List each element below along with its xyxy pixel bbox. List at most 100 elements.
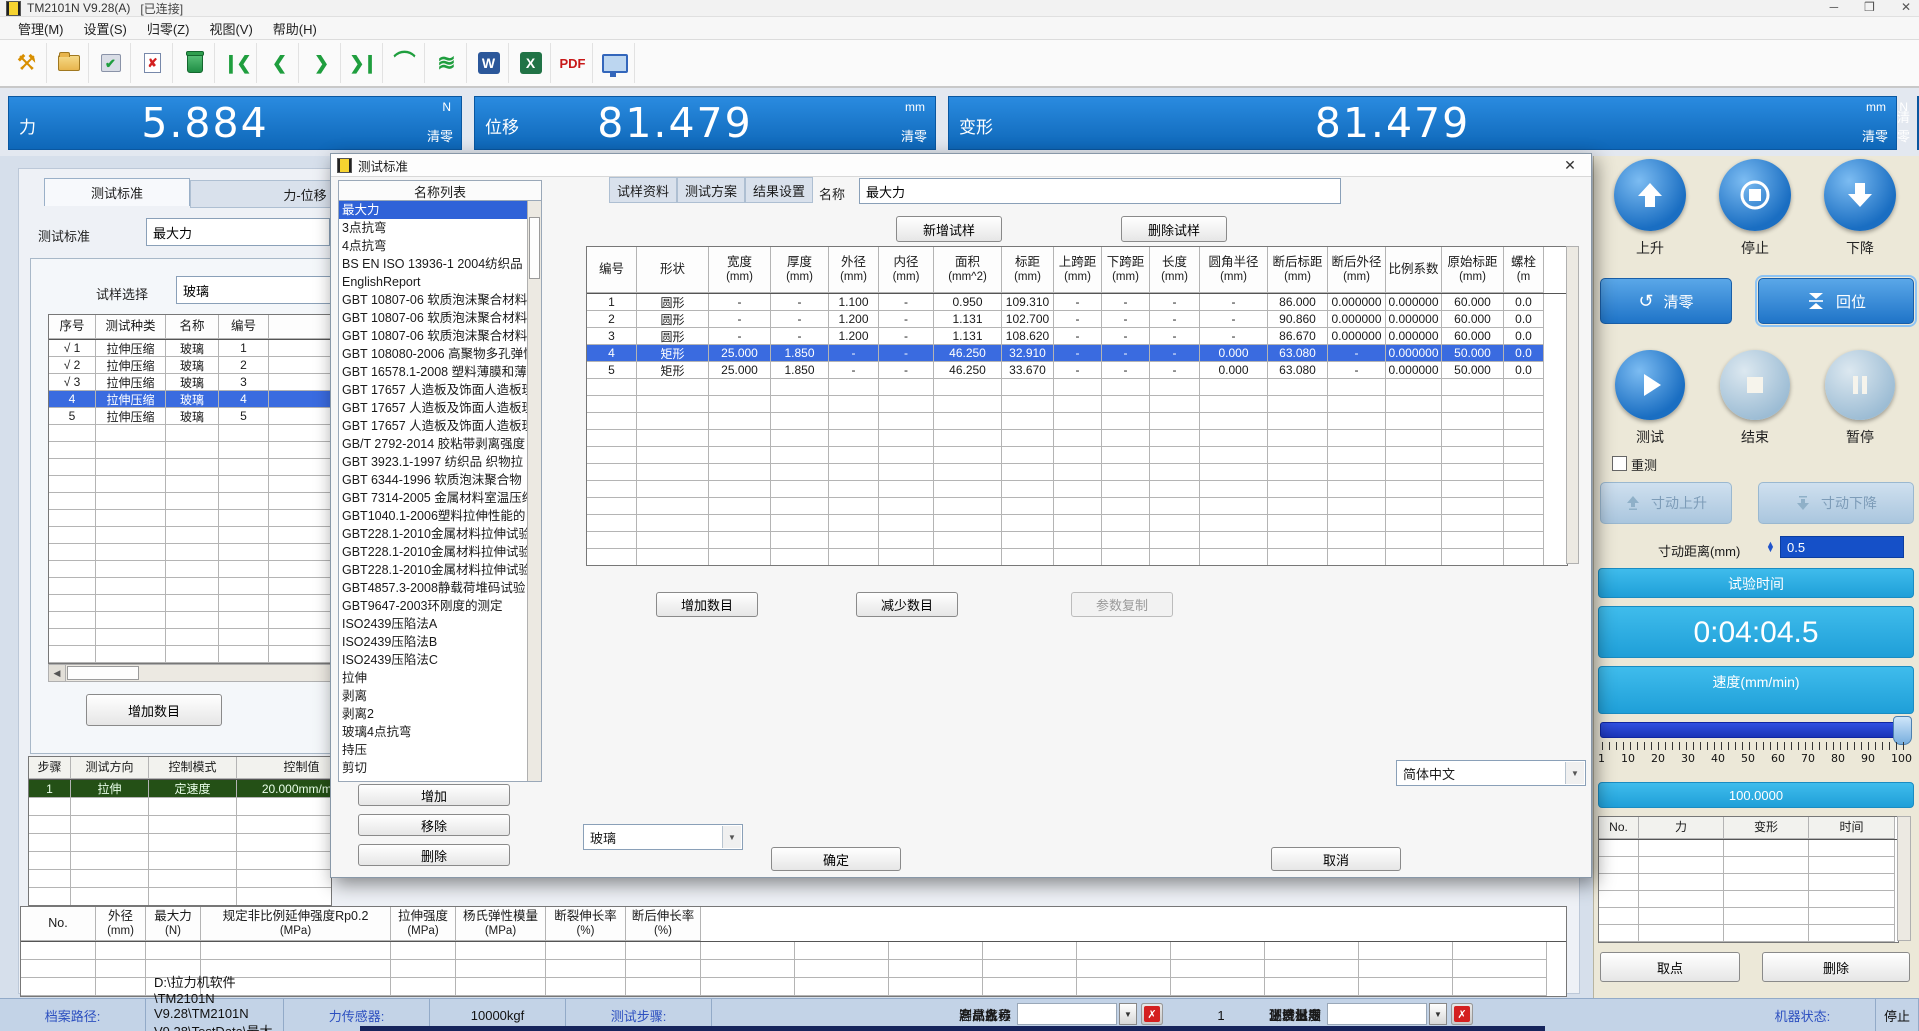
decrease-count-button[interactable]: 减少数目 [856,592,958,617]
standard-item[interactable]: ISO2439压陷法A [339,615,527,633]
tools-button[interactable]: ⚒ [7,43,47,83]
minimize-icon[interactable]: ─ [1830,0,1839,14]
curves-button[interactable]: ≋ [427,43,467,83]
tab-test-standard[interactable]: 测试标准 [44,178,190,206]
list-action-button[interactable]: 删除 [358,844,510,866]
table-row[interactable] [29,816,331,834]
clear-button[interactable]: 清零 [427,126,453,145]
standard-item[interactable]: GBT228.1-2010金属材料拉伸试验 [339,525,527,543]
clear-field-button[interactable]: ✗ [1141,1003,1163,1025]
maximize-icon[interactable]: ❒ [1864,0,1875,14]
dialog-tab[interactable]: 试样资料 [609,177,677,203]
clear-field-button[interactable]: ✗ [1451,1003,1473,1025]
table-row[interactable] [49,544,331,561]
table-row[interactable]: √ 3拉伸压缩玻璃3 [49,374,331,391]
next-curve-button[interactable]: ❯ [301,43,341,83]
table-row[interactable] [587,447,1567,464]
chevron-down-icon[interactable]: ▼ [1119,1003,1137,1025]
name-input[interactable] [859,178,1341,204]
table-row[interactable]: √ 1拉伸压缩玻璃1 [49,340,331,357]
add-count-button[interactable]: 增加数目 [86,694,222,726]
table-row[interactable] [49,459,331,476]
standard-item[interactable]: 3点抗弯 [339,219,527,237]
table-row[interactable] [587,413,1567,430]
standard-item[interactable]: GBT228.1-2010金属材料拉伸试验 [339,561,527,579]
ok-button[interactable]: 确定 [771,847,901,871]
table-row[interactable] [587,430,1567,447]
standard-item[interactable]: EnglishReport [339,273,527,291]
dialog-tab[interactable]: 结果设置 [745,177,813,203]
table-row[interactable] [587,532,1567,549]
jog-distance-input[interactable]: 0.5 [1780,536,1904,558]
move-up-button[interactable] [1614,159,1686,231]
table-row[interactable] [29,870,331,888]
left-table-hscrollbar[interactable]: ◀ [48,664,332,682]
table-row[interactable]: 1拉伸定速度20.000mm/min [29,780,331,798]
table-row[interactable] [587,515,1567,532]
table-row[interactable] [49,612,331,629]
standard-item[interactable]: GBT 10807-06 软质泡沫聚合材料 [339,327,527,345]
standard-item[interactable]: ISO2439压陷法B [339,633,527,651]
standard-item[interactable]: GBT 16578.1-2008 塑料薄膜和薄 [339,363,527,381]
home-button[interactable]: 回位 [1758,278,1914,324]
table-row[interactable]: 2圆形--1.200-1.131102.700----90.8600.00000… [587,311,1567,328]
standard-item[interactable]: GBT 3923.1-1997 纺织品 织物拉 [339,453,527,471]
pdf-export-button[interactable]: PDF [553,43,593,83]
jog-down-button[interactable]: 寸动下降 [1758,482,1914,524]
table-row[interactable] [49,493,331,510]
close-icon[interactable]: ✕ [1901,0,1911,14]
standard-item[interactable]: GBT 17657 人造板及饰面人造板理 [339,417,527,435]
table-row[interactable] [29,888,331,906]
increase-count-button[interactable]: 增加数目 [656,592,758,617]
table-row[interactable] [49,476,331,493]
take-point-button[interactable]: 取点 [1600,952,1740,982]
display-mode-button[interactable] [595,43,635,83]
standard-item[interactable]: GBT 7314-2005 金属材料室温压缩 [339,489,527,507]
standard-item[interactable]: 剥离2 [339,705,527,723]
table-row[interactable] [49,561,331,578]
table-row[interactable] [1599,857,1898,874]
table-row[interactable]: 1圆形--1.100-0.950109.310----86.0000.00000… [587,294,1567,311]
table-row[interactable] [1599,925,1898,942]
standard-item[interactable]: GB/T 2792-2014 胶粘带剥离强度 [339,435,527,453]
jog-up-button[interactable]: 寸动上升 [1600,482,1732,524]
table-row[interactable] [587,549,1567,566]
standard-item[interactable]: 拉伸 [339,669,527,687]
cancel-button[interactable]: 取消 [1271,847,1401,871]
excel-export-button[interactable]: X [511,43,551,83]
standard-item[interactable]: 玻璃4点抗弯 [339,723,527,741]
clear-button[interactable]: 清零 [1862,126,1888,145]
specimen-combo[interactable]: 玻璃 ▼ [583,824,743,850]
standards-list-vscrollbar[interactable] [527,201,541,781]
table-row[interactable] [29,852,331,870]
table-row[interactable] [29,798,331,816]
word-export-button[interactable]: W [469,43,509,83]
standard-item[interactable]: BS EN ISO 13936-1 2004纺织品 [339,255,527,273]
standard-item[interactable]: GBT 10807-06 软质泡沫聚合材料 [339,309,527,327]
table-row[interactable] [1599,891,1898,908]
standard-item[interactable]: 剪切 [339,759,527,777]
standard-item[interactable]: 最大力 [339,201,527,219]
table-row[interactable] [1599,840,1898,857]
table-row[interactable] [49,527,331,544]
retest-checkbox[interactable] [1612,456,1627,471]
add-specimen-button[interactable]: 新增试样 [896,216,1002,242]
table-row[interactable] [49,578,331,595]
table-row[interactable] [49,442,331,459]
curve-button[interactable]: ⌒ [385,43,425,83]
standard-item[interactable]: GBT9647-2003环刚度的测定 [339,597,527,615]
list-action-button[interactable]: 移除 [358,814,510,836]
standard-item[interactable]: 4点抗弯 [339,237,527,255]
speed-slider-thumb[interactable] [1893,716,1912,745]
clear-button[interactable]: 清零 [901,126,927,145]
standard-item[interactable]: GBT4857.3-2008静载荷堆码试验 [339,579,527,597]
dialog-tab[interactable]: 测试方案 [677,177,745,203]
standard-item[interactable]: ISO2439压陷法C [339,651,527,669]
chevron-down-icon[interactable]: ▼ [1429,1003,1447,1025]
open-file-button[interactable] [49,43,89,83]
prev-curve-button[interactable]: ❮ [259,43,299,83]
stop-motion-button[interactable] [1719,159,1791,231]
close-file-button[interactable]: ✘ [133,43,173,83]
language-combo[interactable]: 简体中文 ▼ [1396,760,1586,786]
standard-item[interactable]: GBT228.1-2010金属材料拉伸试验 [339,543,527,561]
